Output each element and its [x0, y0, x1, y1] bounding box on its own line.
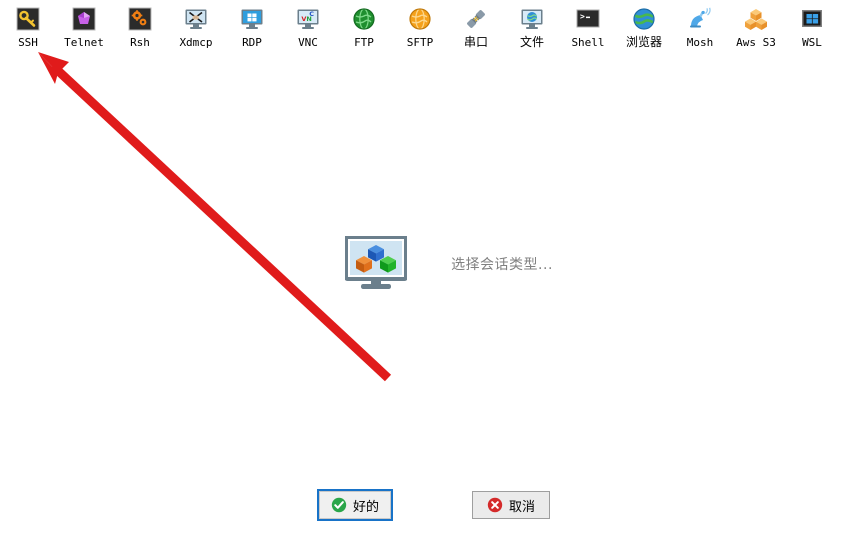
shell-terminal-icon: >	[575, 6, 601, 32]
rdp-windows-icon	[239, 6, 265, 32]
session-type-xdmcp[interactable]: Xdmcp	[168, 6, 224, 49]
session-type-shell[interactable]: > Shell	[560, 6, 616, 49]
session-type-label: Rsh	[130, 36, 150, 49]
session-type-sftp[interactable]: SFTP	[392, 6, 448, 49]
ssh-key-icon	[15, 6, 41, 32]
session-type-label: 浏览器	[625, 35, 662, 49]
session-type-label: SSH	[18, 36, 38, 49]
session-type-mosh[interactable]: Mosh	[672, 6, 728, 49]
green-check-icon	[331, 497, 347, 513]
browser-globe-icon	[631, 6, 657, 32]
session-type-rdp[interactable]: RDP	[224, 6, 280, 49]
session-type-toolbar: SSH Telnet Rsh Xdmcp RDP V N C VNC FTP S…	[0, 0, 864, 56]
session-type-label: RDP	[242, 36, 262, 49]
session-type-label: 文件	[519, 35, 544, 49]
cancel-button-label: 取消	[508, 499, 535, 515]
session-type-label: Xdmcp	[179, 36, 213, 49]
session-type-label: SFTP	[406, 36, 434, 49]
session-type-rsh[interactable]: Rsh	[112, 6, 168, 49]
session-preview-area: 选择会话类型...	[0, 56, 864, 488]
session-type-telnet[interactable]: Telnet	[56, 6, 112, 49]
session-type-label: VNC	[298, 36, 318, 49]
session-type-ssh[interactable]: SSH	[0, 6, 56, 49]
ok-button-label: 好的	[352, 499, 379, 515]
telnet-gem-icon	[71, 6, 97, 32]
session-type-label: 串口	[463, 35, 488, 49]
dialog-button-bar: 好的 取消	[0, 483, 864, 535]
session-type-aws-s3[interactable]: Aws S3	[728, 6, 784, 49]
session-type-browser[interactable]: 浏览器	[616, 6, 672, 49]
xdmcp-monitor-icon	[183, 6, 209, 32]
aws-s3-cubes-icon	[743, 6, 769, 32]
svg-text:C: C	[309, 10, 314, 18]
placeholder-group: 选择会话类型...	[344, 235, 553, 292]
ftp-globe-icon	[351, 6, 377, 32]
session-type-ftp[interactable]: FTP	[336, 6, 392, 49]
session-type-wsl[interactable]: WSL	[784, 6, 840, 49]
cancel-button[interactable]: 取消	[472, 491, 550, 519]
red-cross-icon	[487, 497, 503, 513]
svg-text:>: >	[580, 12, 585, 21]
session-type-label: WSL	[802, 36, 822, 49]
vnc-monitor-icon: V N C	[295, 6, 321, 32]
ok-button[interactable]: 好的	[317, 489, 393, 521]
session-type-label: Telnet	[64, 36, 104, 49]
session-type-serial[interactable]: 串口	[448, 6, 504, 49]
placeholder-text: 选择会话类型...	[451, 257, 553, 273]
serial-plug-icon	[463, 6, 489, 32]
monitor-cubes-icon	[344, 235, 409, 292]
sftp-globe-icon	[407, 6, 433, 32]
session-type-vnc[interactable]: V N C VNC	[280, 6, 336, 49]
session-type-label: Aws S3	[736, 36, 776, 49]
session-type-label: Mosh	[686, 36, 714, 49]
session-type-label: FTP	[354, 36, 374, 49]
session-type-file[interactable]: 文件	[504, 6, 560, 49]
session-type-label: Shell	[571, 36, 605, 49]
rsh-gears-icon	[127, 6, 153, 32]
wsl-windows-icon	[799, 6, 825, 32]
mosh-satellite-icon	[687, 6, 713, 32]
file-monitor-icon	[519, 6, 545, 32]
